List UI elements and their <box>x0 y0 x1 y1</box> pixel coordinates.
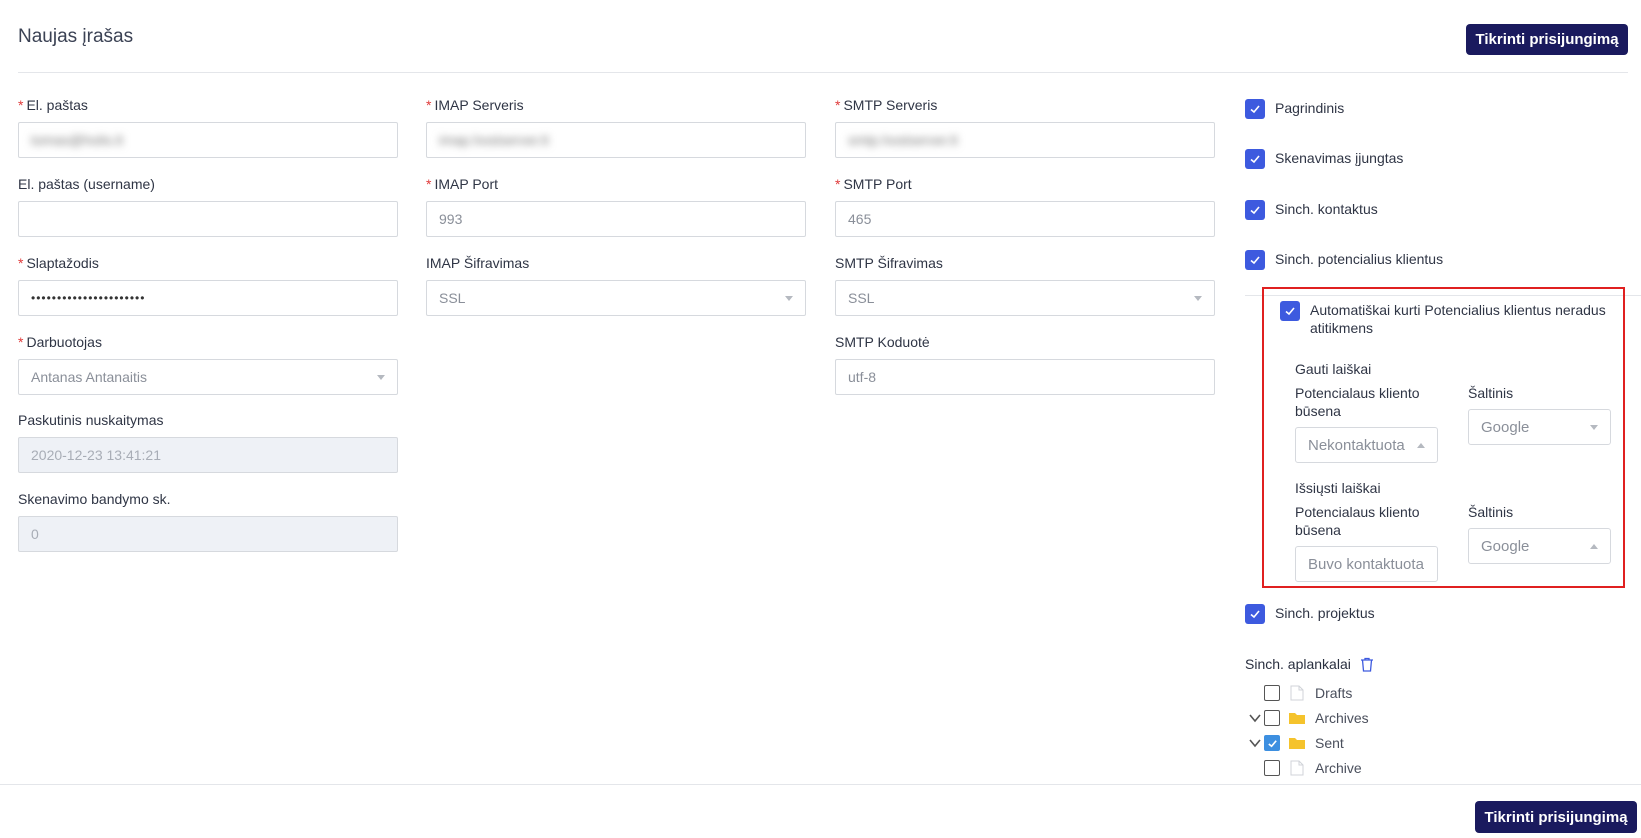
check-icon <box>1250 105 1260 114</box>
last-read-input: 2020-12-23 13:41:21 <box>18 437 398 473</box>
sync-contacts-checkbox[interactable] <box>1245 200 1265 220</box>
check-connection-button-top[interactable]: Tikrinti prisijungimą <box>1466 24 1628 55</box>
smtp-encoding-input[interactable]: utf-8 <box>835 359 1215 395</box>
last-read-label: Paskutinis nuskaitymas <box>18 412 164 428</box>
smtp-port-field-group: * SMTP Port 465 <box>835 175 1215 237</box>
smtp-encryption-field-group: SMTP Šifravimas SSL <box>835 254 1215 316</box>
check-connection-button-bottom[interactable]: Tikrinti prisijungimą <box>1475 801 1637 833</box>
smtp-server-field-group: * SMTP Serveris smtp.hostserver.lt <box>835 96 1215 158</box>
chevron-down-icon <box>1590 425 1598 430</box>
scan-enabled-label: Skenavimas įjungtas <box>1275 150 1404 166</box>
sync-projects-checkbox[interactable] <box>1245 604 1265 624</box>
check-icon <box>1285 307 1295 316</box>
password-field-group: * Slaptažodis •••••••••••••••••••••• <box>18 254 398 316</box>
smtp-port-input[interactable]: 465 <box>835 201 1215 237</box>
check-icon <box>1250 206 1260 215</box>
check-icon <box>1250 610 1260 619</box>
imap-encryption-label: IMAP Šifravimas <box>426 255 530 271</box>
main-checkbox[interactable] <box>1245 99 1265 119</box>
smtp-encoding-field-group: SMTP Koduotė utf-8 <box>835 333 1215 395</box>
sent-source-label: Šaltinis <box>1468 504 1514 520</box>
received-status-label: Potencialaus kliento būsena <box>1295 385 1420 419</box>
folders-title: Sinch. aplankalai <box>1245 656 1351 672</box>
email-input[interactable]: tomas@holis.lt <box>18 122 398 158</box>
sent-title: Išsiųsti laiškai <box>1295 480 1381 496</box>
check-icon <box>1250 256 1260 265</box>
folder-icon <box>1289 713 1305 724</box>
employee-select[interactable]: Antanas Antanaitis <box>18 359 398 395</box>
auto-create-label: Automatiškai kurti Potencialius klientus… <box>1310 302 1606 336</box>
footer-divider <box>0 784 1641 785</box>
sent-status-select[interactable]: Buvo kontaktuota <box>1295 546 1438 582</box>
folder-checkbox[interactable] <box>1264 685 1280 701</box>
employee-field-group: * Darbuotojas Antanas Antanaitis <box>18 333 398 395</box>
chevron-down-icon[interactable] <box>1248 711 1262 725</box>
sent-source-select[interactable]: Google <box>1468 528 1611 564</box>
chevron-down-icon <box>1194 296 1202 301</box>
chevron-down-icon[interactable] <box>1248 736 1262 750</box>
email-field-group: * El. paštas tomas@holis.lt <box>18 96 398 158</box>
email-label: * El. paštas <box>18 97 88 113</box>
imap-encryption-select[interactable]: SSL <box>426 280 806 316</box>
imap-port-input[interactable]: 993 <box>426 201 806 237</box>
check-icon <box>1250 155 1260 164</box>
chevron-up-icon <box>1590 544 1598 549</box>
auto-create-checkbox[interactable] <box>1280 301 1300 321</box>
received-source-select[interactable]: Google <box>1468 409 1611 445</box>
last-read-field-group: Paskutinis nuskaitymas 2020-12-23 13:41:… <box>18 411 398 473</box>
sync-leads-checkbox[interactable] <box>1245 250 1265 270</box>
scan-attempts-label: Skenavimo bandymo sk. <box>18 491 171 507</box>
folder-row-drafts[interactable]: Drafts <box>1248 682 1352 704</box>
scan-enabled-checkbox[interactable] <box>1245 149 1265 169</box>
folder-checkbox[interactable] <box>1264 735 1280 751</box>
sent-status-label: Potencialaus kliento būsena <box>1295 504 1420 538</box>
file-icon <box>1290 760 1304 776</box>
folder-row-sent[interactable]: Sent <box>1248 732 1344 754</box>
chevron-down-icon <box>377 375 385 380</box>
folder-icon <box>1289 738 1305 749</box>
folder-checkbox[interactable] <box>1264 760 1280 776</box>
imap-server-input[interactable]: imap.hostserver.lt <box>426 122 806 158</box>
username-field-group: El. paštas (username) <box>18 175 398 237</box>
imap-port-field-group: * IMAP Port 993 <box>426 175 806 237</box>
imap-encryption-field-group: IMAP Šifravimas SSL <box>426 254 806 316</box>
smtp-encryption-label: SMTP Šifravimas <box>835 255 943 271</box>
smtp-port-label: * SMTP Port <box>835 176 912 192</box>
imap-server-field-group: * IMAP Serveris imap.hostserver.lt <box>426 96 806 158</box>
smtp-encryption-select[interactable]: SSL <box>835 280 1215 316</box>
password-input[interactable]: •••••••••••••••••••••• <box>18 280 398 316</box>
smtp-server-label: * SMTP Serveris <box>835 97 938 113</box>
check-icon <box>1267 739 1277 747</box>
imap-port-label: * IMAP Port <box>426 176 498 192</box>
username-input[interactable] <box>18 201 398 237</box>
received-title: Gauti laiškai <box>1295 361 1372 377</box>
employee-label: * Darbuotojas <box>18 334 102 350</box>
scan-attempts-input: 0 <box>18 516 398 552</box>
received-status-select[interactable]: Nekontaktuota <box>1295 427 1438 463</box>
password-label: * Slaptažodis <box>18 255 99 271</box>
page-title: Naujas įrašas <box>18 26 134 47</box>
sync-projects-label: Sinch. projektus <box>1275 605 1375 621</box>
main-label: Pagrindinis <box>1275 100 1345 116</box>
smtp-server-input[interactable]: smtp.hostserver.lt <box>835 122 1215 158</box>
trash-icon[interactable] <box>1360 657 1374 672</box>
scan-attempts-field-group: Skenavimo bandymo sk. 0 <box>18 490 398 552</box>
folder-row-archives[interactable]: Archives <box>1248 707 1369 729</box>
username-label: El. paštas (username) <box>18 176 155 192</box>
folder-row-archive[interactable]: Archive <box>1248 757 1362 779</box>
smtp-encoding-label: SMTP Koduotė <box>835 334 930 350</box>
imap-server-label: * IMAP Serveris <box>426 97 524 113</box>
chevron-down-icon <box>785 296 793 301</box>
file-icon <box>1290 685 1304 701</box>
sync-leads-label: Sinch. potencialius klientus <box>1275 251 1444 267</box>
chevron-up-icon <box>1417 443 1425 448</box>
header-divider <box>18 72 1628 73</box>
received-source-label: Šaltinis <box>1468 385 1514 401</box>
folder-checkbox[interactable] <box>1264 710 1280 726</box>
sync-contacts-label: Sinch. kontaktus <box>1275 201 1378 217</box>
